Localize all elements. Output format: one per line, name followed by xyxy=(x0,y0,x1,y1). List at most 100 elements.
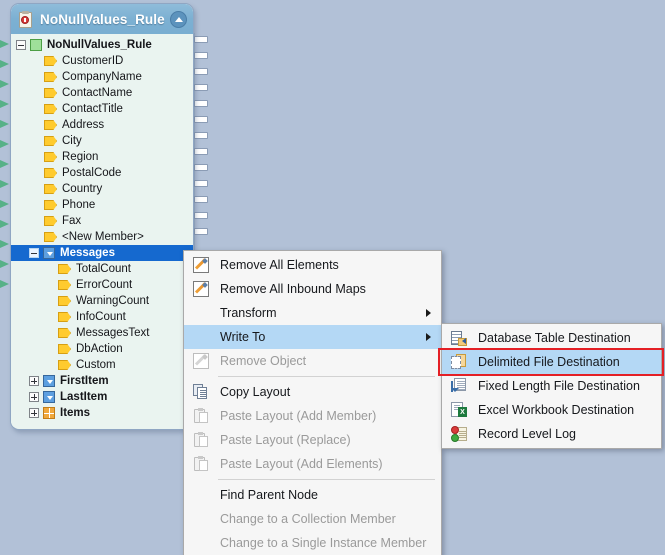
tree-item[interactable]: Phone xyxy=(11,197,193,213)
connector-port-right[interactable] xyxy=(194,164,208,171)
yellow-pentagon-icon xyxy=(44,152,57,162)
tree-item[interactable]: Messages xyxy=(11,245,193,261)
menu-separator xyxy=(218,479,435,480)
tree-item-label: <New Member> xyxy=(62,231,144,243)
node-panel-header[interactable]: NoNullValues_Rule xyxy=(11,4,193,34)
tree-item[interactable]: ContactName xyxy=(11,85,193,101)
connector-port-left[interactable] xyxy=(0,220,9,228)
tree-item[interactable]: Fax xyxy=(11,213,193,229)
menu-item-icon-slot xyxy=(188,253,214,277)
connector-port-right[interactable] xyxy=(194,228,208,235)
yellow-pentagon-icon xyxy=(44,72,57,82)
tree-item[interactable]: ErrorCount xyxy=(11,277,193,293)
connector-port-left[interactable] xyxy=(0,240,9,248)
member-tree[interactable]: NoNullValues_Rule CustomerID CompanyName Co… xyxy=(11,34,193,427)
submenu-item[interactable]: Fixed Length File Destination xyxy=(442,374,661,398)
connector-port-right[interactable] xyxy=(194,68,208,75)
connector-port-left[interactable] xyxy=(0,280,9,288)
context-menu-item[interactable]: Remove All Elements xyxy=(184,253,441,277)
tree-item-label: NoNullValues_Rule xyxy=(47,39,152,51)
tree-item[interactable]: Custom xyxy=(11,357,193,373)
connector-port-right[interactable] xyxy=(194,148,208,155)
connector-port-right[interactable] xyxy=(194,212,208,219)
connector-port-left[interactable] xyxy=(0,100,9,108)
connector-port-right[interactable] xyxy=(194,196,208,203)
tree-item[interactable]: LastItem xyxy=(11,389,193,405)
connector-port-left[interactable] xyxy=(0,40,9,48)
tree-item[interactable]: MessagesText xyxy=(11,325,193,341)
expand-icon[interactable] xyxy=(29,376,39,386)
yellow-pentagon-icon xyxy=(44,184,57,194)
tree-item[interactable]: City xyxy=(11,133,193,149)
submenu-item[interactable]: X Excel Workbook Destination xyxy=(442,398,661,422)
tree-item-label: Custom xyxy=(76,359,116,371)
connector-port-right[interactable] xyxy=(194,52,208,59)
connector-port-right[interactable] xyxy=(194,132,208,139)
tree-item[interactable]: Items xyxy=(11,405,193,421)
context-menu-item[interactable]: Remove All Inbound Maps xyxy=(184,277,441,301)
submenu-item-label: Fixed Length File Destination xyxy=(478,379,640,393)
connector-port-right[interactable] xyxy=(194,180,208,187)
tree-item[interactable]: WarningCount xyxy=(11,293,193,309)
collapse-icon[interactable] xyxy=(29,248,39,258)
collapse-icon[interactable] xyxy=(16,40,26,50)
context-menu[interactable]: Remove All Elements Remove All Inbound Ma… xyxy=(183,250,442,555)
menu-item-icon-slot xyxy=(188,483,214,507)
menu-item-icon-slot xyxy=(188,507,214,531)
expand-icon[interactable] xyxy=(29,392,39,402)
connector-port-right[interactable] xyxy=(194,36,208,43)
blue-node-icon xyxy=(43,375,55,387)
tree-item[interactable]: NoNullValues_Rule xyxy=(11,37,193,53)
context-menu-item[interactable]: Write To xyxy=(184,325,441,349)
context-menu-item: Change to a Collection Member xyxy=(184,507,441,531)
submenu-item[interactable]: Database Table Destination xyxy=(442,326,661,350)
pencil-dim-icon xyxy=(193,353,209,369)
tree-item[interactable]: DbAction xyxy=(11,341,193,357)
yellow-pentagon-icon xyxy=(44,56,57,66)
context-menu-item-label: Remove All Elements xyxy=(220,258,339,272)
left-connector-ports xyxy=(0,40,9,300)
tree-item[interactable]: CompanyName xyxy=(11,69,193,85)
tree-item-label: MessagesText xyxy=(76,327,150,339)
tree-item[interactable]: <New Member> xyxy=(11,229,193,245)
connector-port-left[interactable] xyxy=(0,200,9,208)
connector-port-left[interactable] xyxy=(0,80,9,88)
yellow-pentagon-icon xyxy=(44,136,57,146)
submenu-item[interactable]: Delimited File Destination xyxy=(442,350,661,374)
connector-port-left[interactable] xyxy=(0,160,9,168)
database-table-icon xyxy=(451,330,467,346)
context-menu-item: Paste Layout (Add Member) xyxy=(184,404,441,428)
tree-item[interactable]: PostalCode xyxy=(11,165,193,181)
yellow-pentagon-icon xyxy=(44,168,57,178)
write-to-submenu[interactable]: Database Table Destination Delimited File… xyxy=(441,323,662,449)
context-menu-item[interactable]: Copy Layout xyxy=(184,380,441,404)
tree-item[interactable]: InfoCount xyxy=(11,309,193,325)
connector-port-right[interactable] xyxy=(194,116,208,123)
tree-item[interactable]: Country xyxy=(11,181,193,197)
menu-item-icon-slot xyxy=(188,325,214,349)
paste-icon xyxy=(193,408,209,424)
tree-item[interactable]: Address xyxy=(11,117,193,133)
context-menu-item[interactable]: Find Parent Node xyxy=(184,483,441,507)
connector-port-left[interactable] xyxy=(0,120,9,128)
tree-item[interactable]: TotalCount xyxy=(11,261,193,277)
connector-port-right[interactable] xyxy=(194,84,208,91)
tree-item[interactable]: CustomerID xyxy=(11,53,193,69)
menu-item-icon-slot xyxy=(188,349,214,373)
tree-item[interactable]: Region xyxy=(11,149,193,165)
connector-port-right[interactable] xyxy=(194,100,208,107)
submenu-item[interactable]: Record Level Log xyxy=(442,422,661,446)
node-panel-title: NoNullValues_Rule xyxy=(40,11,165,27)
submenu-item-icon-slot xyxy=(446,350,472,374)
chevron-up-icon[interactable] xyxy=(170,10,187,28)
connector-port-left[interactable] xyxy=(0,260,9,268)
tree-item[interactable]: FirstItem xyxy=(11,373,193,389)
connector-port-left[interactable] xyxy=(0,140,9,148)
expand-icon[interactable] xyxy=(29,408,39,418)
copy-icon xyxy=(193,384,209,400)
tree-item[interactable]: ContactTitle xyxy=(11,101,193,117)
yellow-pentagon-icon xyxy=(44,232,57,242)
connector-port-left[interactable] xyxy=(0,180,9,188)
connector-port-left[interactable] xyxy=(0,60,9,68)
context-menu-item[interactable]: Transform xyxy=(184,301,441,325)
